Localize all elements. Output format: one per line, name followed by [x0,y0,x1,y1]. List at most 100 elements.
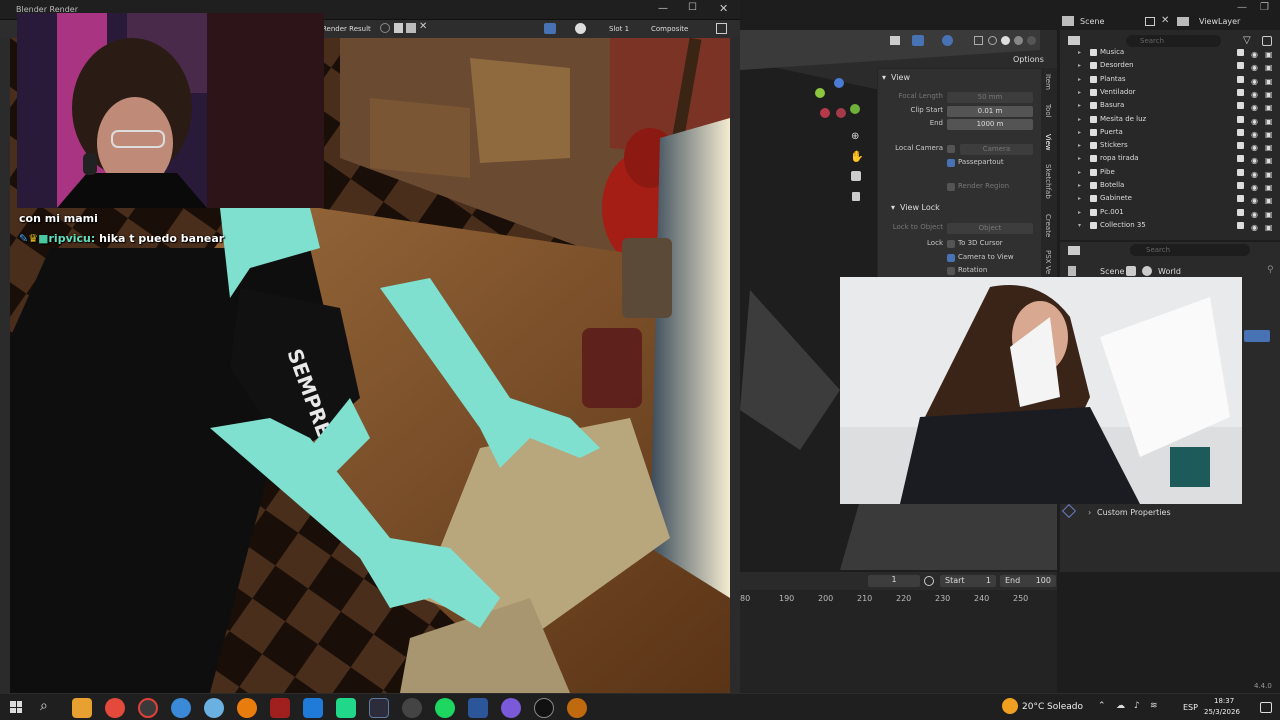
outliner-item[interactable]: ▸ Botella ◉ ▣ [1060,179,1280,192]
local-camera-field[interactable]: Camera [960,144,1033,155]
pin-icon[interactable]: ⚲ [1267,265,1274,275]
weather-text[interactable]: Soleado [1047,702,1083,712]
outliner-item[interactable]: ▸ Pc.001 ◉ ▣ [1060,206,1280,219]
timeline-ruler[interactable]: 80 190 200 210 220 230 240 250 [740,592,1057,606]
outliner-display-mode-icon[interactable] [1068,36,1080,45]
exclude-checkbox[interactable] [1237,62,1244,70]
rotation-checkbox[interactable] [947,267,955,275]
wireframe-shading-icon[interactable] [988,36,997,45]
clip-start-field[interactable]: 0.01 m [947,106,1033,117]
properties-editor-type-icon[interactable] [1068,246,1080,255]
x-negative-axis-icon[interactable] [836,108,846,118]
z-axis-icon[interactable] [834,78,844,88]
gizmo-toggle-icon[interactable] [544,23,556,34]
expand-toggle-icon[interactable]: ▸ [1078,99,1081,112]
end-frame-field[interactable]: End 100 [1000,575,1056,587]
weather-temp[interactable]: 20°C [1022,702,1044,712]
notifications-icon[interactable] [1260,702,1272,713]
display-channels-icon[interactable] [716,23,727,34]
render-result-label[interactable]: Render Result [322,25,371,33]
windows-start-icon[interactable] [10,701,22,713]
current-frame-field[interactable]: 1 [868,575,920,587]
tab-create[interactable]: Create [1044,214,1052,237]
filter-icon[interactable]: ▽ [1243,35,1251,46]
discord-icon[interactable] [501,698,521,718]
outliner-item[interactable]: ▸ Puerta ◉ ▣ [1060,126,1280,139]
shield-icon[interactable] [380,23,390,33]
minimize-icon[interactable]: — [1237,2,1247,13]
exclude-checkbox[interactable] [1237,75,1244,83]
outliner-item[interactable]: ▸ Basura ◉ ▣ [1060,99,1280,112]
camera-view-icon[interactable] [851,171,861,181]
xray-icon[interactable] [974,36,983,45]
clip-end-field[interactable]: 1000 m [947,119,1033,130]
new-image-icon[interactable] [394,23,403,33]
exclude-checkbox[interactable] [1237,155,1244,163]
expand-toggle-icon[interactable]: ▸ [1078,46,1081,59]
outliner-item[interactable]: ▸ Mesita de luz ◉ ▣ [1060,113,1280,126]
x-axis-icon[interactable] [820,108,830,118]
chevron-up-icon[interactable]: ⌃ [1098,701,1106,711]
expand-toggle-icon[interactable]: ▾ [1078,219,1081,232]
expand-toggle-icon[interactable]: ▸ [1078,113,1081,126]
view-layer-select[interactable]: ViewLayer [1199,17,1240,26]
tab-view[interactable]: View [1044,134,1052,151]
view-panel-header[interactable]: ▾ View [878,73,1043,85]
open-folder-icon[interactable] [406,23,416,33]
pass-select[interactable]: Composite [651,25,688,33]
zoom-icon[interactable]: ⊕ [851,131,859,142]
expand-toggle-icon[interactable]: ▸ [1078,126,1081,139]
new-collection-icon[interactable] [1262,36,1272,46]
custom-properties-panel[interactable]: › Custom Properties [1078,506,1278,520]
outliner-item[interactable]: ▸ Ventilador ◉ ▣ [1060,86,1280,99]
visibility-icon[interactable] [890,36,900,45]
solid-shading-icon[interactable] [1001,36,1010,45]
opera-icon[interactable] [138,698,158,718]
pycharm-icon[interactable] [336,698,356,718]
weather-sun-icon[interactable] [1002,698,1018,714]
exclude-checkbox[interactable] [1237,182,1244,189]
outliner-item[interactable]: ▸ ropa tirada ◉ ▣ [1060,152,1280,165]
expand-toggle-icon[interactable]: ▸ [1078,192,1081,205]
focal-length-field[interactable]: 50 mm [947,92,1033,103]
outliner-item[interactable]: ▸ Desorden ◉ ▣ [1060,59,1280,72]
expand-toggle-icon[interactable]: ▸ [1078,179,1081,192]
tab-sketchfab[interactable]: Sketchfab [1044,164,1052,199]
remove-scene-icon[interactable]: ✕ [1161,15,1169,26]
clock-time[interactable]: 18:37 [1214,697,1234,705]
file-explorer-icon[interactable] [72,698,92,718]
restore-icon[interactable]: ❐ [1260,2,1269,13]
to-3d-cursor-checkbox[interactable] [947,240,955,248]
clock-icon[interactable] [924,576,934,586]
input-language[interactable]: ESP [1183,703,1198,712]
expand-toggle-icon[interactable]: ▸ [1078,73,1081,86]
exclude-checkbox[interactable] [1237,195,1244,203]
overlay-icon[interactable] [942,35,953,46]
color-swatch[interactable] [1244,330,1270,342]
view-lock-panel-header[interactable]: ▾ View Lock [878,203,1043,215]
camera-to-view-checkbox[interactable] [947,254,955,262]
outliner-item[interactable]: ▸ Gabinete ◉ ▣ [1060,192,1280,205]
volume-icon[interactable]: ♪ [1134,701,1140,711]
expand-toggle-icon[interactable]: ▸ [1078,86,1081,99]
breadcrumb-world[interactable]: World [1158,267,1181,276]
y-negative-axis-icon[interactable] [850,104,860,114]
inkscape-icon[interactable] [402,698,422,718]
blender-icon[interactable] [567,698,587,718]
close-icon[interactable]: ✕ [719,2,728,15]
app-icon[interactable] [204,698,224,718]
outliner-item[interactable]: ▸ Plantas ◉ ▣ [1060,73,1280,86]
word-icon[interactable] [468,698,488,718]
scene-select[interactable]: Scene [1080,17,1104,26]
exclude-checkbox[interactable] [1237,115,1244,123]
exclude-checkbox[interactable] [1237,168,1244,176]
wifi-icon[interactable]: ≋ [1150,701,1158,711]
exclude-checkbox[interactable] [1237,128,1244,136]
new-scene-icon[interactable] [1145,17,1155,26]
start-frame-field[interactable]: Start 1 [940,575,996,587]
local-camera-checkbox[interactable] [947,145,955,153]
tab-item[interactable]: Item [1044,74,1052,90]
expand-toggle-icon[interactable]: ▸ [1078,166,1081,179]
render-camera-icon[interactable]: ▣ [1265,221,1273,234]
exclude-checkbox[interactable] [1237,142,1244,150]
